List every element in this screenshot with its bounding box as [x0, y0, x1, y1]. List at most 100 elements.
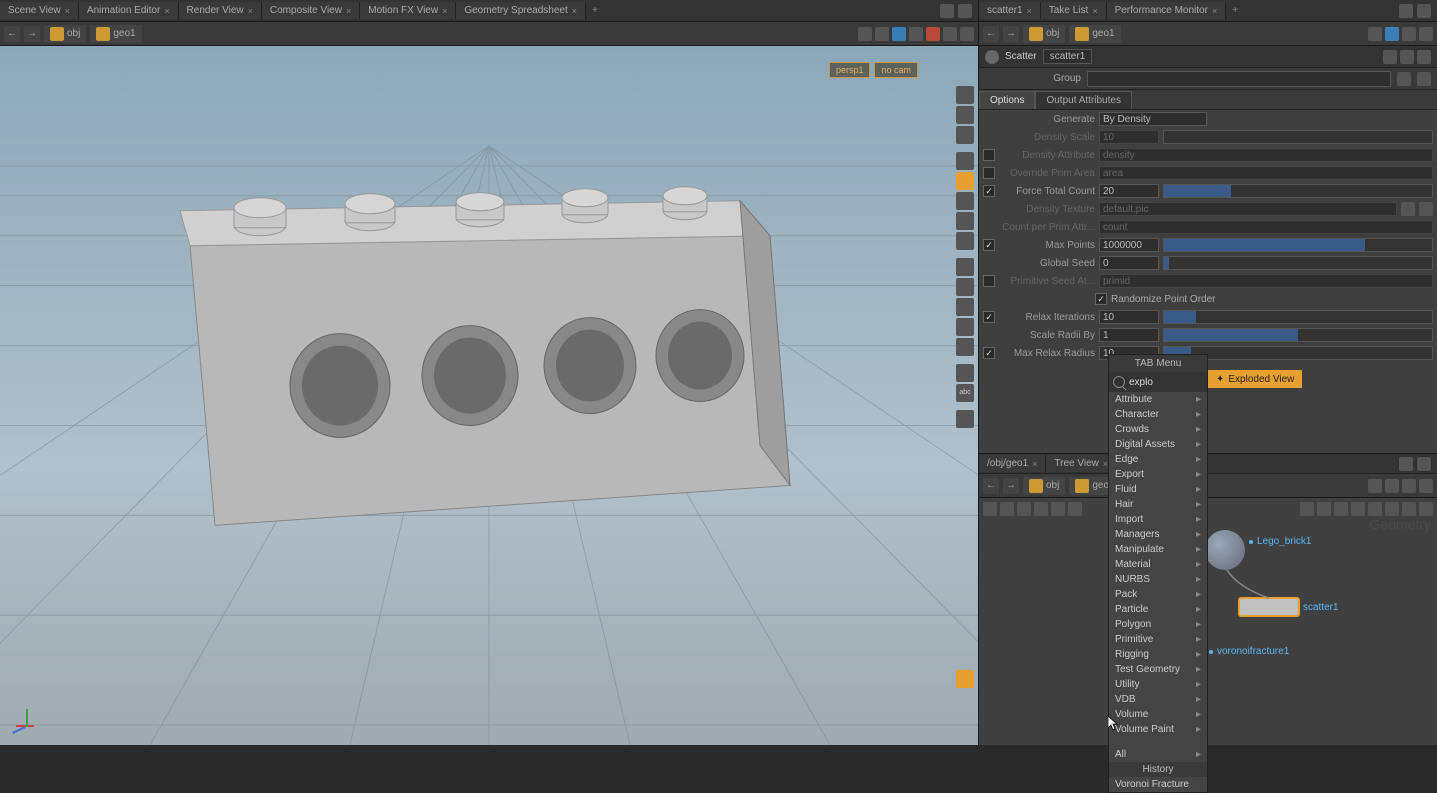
layout-icon[interactable] — [1051, 502, 1065, 516]
net-tab-path[interactable]: /obj/geo1× — [979, 455, 1046, 472]
tab-menu-item[interactable]: Volume Paint▸ — [1109, 722, 1207, 737]
net-tab-tree[interactable]: Tree View× — [1046, 455, 1117, 472]
tab-menu-item[interactable]: Character▸ — [1109, 407, 1207, 422]
layout2-icon[interactable] — [1068, 502, 1082, 516]
plus-icon[interactable] — [1300, 502, 1314, 516]
reload-icon[interactable] — [1419, 202, 1433, 216]
material-icon[interactable] — [956, 232, 974, 250]
tab-menu-item[interactable]: Attribute▸ — [1109, 392, 1207, 407]
close-icon[interactable]: × — [248, 6, 253, 16]
wireframe-icon[interactable] — [956, 152, 974, 170]
node-lego[interactable]: Lego_brick1 — [1249, 536, 1311, 547]
select-icon[interactable] — [956, 278, 974, 296]
global-seed-input[interactable]: 0 — [1099, 256, 1159, 270]
tab-menu-item[interactable]: Volume▸ — [1109, 707, 1207, 722]
grid-icon[interactable] — [1017, 502, 1031, 516]
network-view[interactable]: Geometry — [979, 498, 1437, 745]
path-root[interactable]: obj — [44, 25, 86, 43]
grid2-icon[interactable] — [1034, 502, 1048, 516]
menu-icon[interactable] — [1417, 457, 1431, 471]
list2-icon[interactable] — [1000, 502, 1014, 516]
tab-menu-item[interactable]: Utility▸ — [1109, 677, 1207, 692]
tab-render-view[interactable]: Render View× — [179, 2, 262, 19]
tab-menu-search-input[interactable]: explo — [1129, 377, 1153, 388]
rotate-icon[interactable] — [956, 318, 974, 336]
override-prim-checkbox[interactable] — [983, 167, 995, 179]
path-root[interactable]: obj — [1023, 477, 1065, 495]
tab-motionfx-view[interactable]: Motion FX View× — [360, 2, 456, 19]
path-node[interactable]: geo1 — [1069, 25, 1120, 43]
grid-icon[interactable] — [956, 364, 974, 382]
tab-menu-item[interactable]: Rigging▸ — [1109, 647, 1207, 662]
scale-radii-slider[interactable] — [1163, 328, 1433, 342]
close-icon[interactable]: × — [572, 6, 577, 16]
close-icon[interactable]: × — [1092, 6, 1097, 16]
tab-menu-item[interactable]: Polygon▸ — [1109, 617, 1207, 632]
gear-icon[interactable] — [1402, 479, 1416, 493]
menu-icon[interactable] — [958, 4, 972, 18]
randomize-checkbox[interactable] — [1095, 293, 1107, 305]
path-node[interactable]: geo1 — [90, 25, 141, 43]
global-seed-slider[interactable] — [1163, 256, 1433, 270]
tab-composite-view[interactable]: Composite View× — [262, 2, 360, 19]
pin-icon[interactable] — [1368, 27, 1382, 41]
node-name[interactable]: scatter1 — [1043, 49, 1093, 64]
path-root[interactable]: obj — [1023, 25, 1065, 43]
menu-icon[interactable] — [1417, 4, 1431, 18]
tab-menu-item[interactable]: Hair▸ — [1109, 497, 1207, 512]
tab-menu-item[interactable]: Manipulate▸ — [1109, 542, 1207, 557]
tab-take-list[interactable]: Take List× — [1041, 2, 1107, 19]
tab-menu-history-item[interactable]: Voronoi Fracture — [1109, 777, 1207, 792]
tab-menu-item[interactable]: Test Geometry▸ — [1109, 662, 1207, 677]
pin-icon[interactable] — [875, 27, 889, 41]
display-icon[interactable] — [892, 27, 906, 41]
nocam-badge[interactable]: no cam — [874, 62, 918, 78]
tab-menu-item[interactable]: NURBS▸ — [1109, 572, 1207, 587]
list-icon[interactable] — [983, 502, 997, 516]
add-tab-icon[interactable]: + — [586, 2, 604, 19]
eye-icon[interactable] — [956, 126, 974, 144]
dropdown-icon[interactable] — [1419, 27, 1433, 41]
shaded-icon[interactable] — [956, 172, 974, 190]
close-icon[interactable]: × — [164, 6, 169, 16]
cog-icon[interactable] — [956, 410, 974, 428]
force-total-slider[interactable] — [1163, 184, 1433, 198]
node-scatter[interactable]: scatter1 — [1239, 598, 1339, 616]
tab-geometry-spreadsheet[interactable]: Geometry Spreadsheet× — [456, 2, 586, 19]
max-points-input[interactable]: 1000000 — [1099, 238, 1159, 252]
force-total-checkbox[interactable] — [983, 185, 995, 197]
relax-iter-input[interactable]: 10 — [1099, 310, 1159, 324]
tab-menu-item[interactable]: Edge▸ — [1109, 452, 1207, 467]
expand-icon[interactable] — [1385, 502, 1399, 516]
light-icon[interactable] — [956, 106, 974, 124]
render-icon[interactable] — [956, 670, 974, 688]
record-icon[interactable] — [926, 27, 940, 41]
camera-icon[interactable] — [956, 86, 974, 104]
tab-menu-item[interactable]: Crowds▸ — [1109, 422, 1207, 437]
forward-icon[interactable]: → — [24, 26, 40, 42]
camera-badge[interactable]: persp1 — [829, 62, 871, 78]
forward-icon[interactable]: → — [1003, 26, 1019, 42]
help-icon[interactable] — [1402, 27, 1416, 41]
add-tab-icon[interactable]: + — [1226, 2, 1244, 19]
tab-menu-item[interactable]: Import▸ — [1109, 512, 1207, 527]
generate-dropdown[interactable]: By Density — [1099, 112, 1207, 126]
split-icon[interactable] — [1399, 4, 1413, 18]
tab-menu-item[interactable]: Particle▸ — [1109, 602, 1207, 617]
node-voronoi[interactable]: voronoifracture1 — [1209, 646, 1289, 657]
close-icon[interactable]: × — [1032, 459, 1037, 469]
group-field[interactable] — [1087, 71, 1391, 87]
tab-menu-item[interactable]: Material▸ — [1109, 557, 1207, 572]
tab-performance-monitor[interactable]: Performance Monitor× — [1107, 2, 1227, 19]
help2-icon[interactable] — [1400, 50, 1414, 64]
close-icon[interactable]: × — [1027, 6, 1032, 16]
forward-icon[interactable]: → — [1003, 478, 1019, 494]
group-menu-icon[interactable] — [1397, 72, 1411, 86]
back-icon[interactable]: ← — [4, 26, 20, 42]
param-tab-output[interactable]: Output Attributes — [1035, 91, 1132, 109]
force-total-input[interactable]: 20 — [1099, 184, 1159, 198]
scale-icon[interactable] — [956, 338, 974, 356]
snap-icon[interactable] — [956, 258, 974, 276]
density-attr-checkbox[interactable] — [983, 149, 995, 161]
tab-menu-item[interactable]: Fluid▸ — [1109, 482, 1207, 497]
